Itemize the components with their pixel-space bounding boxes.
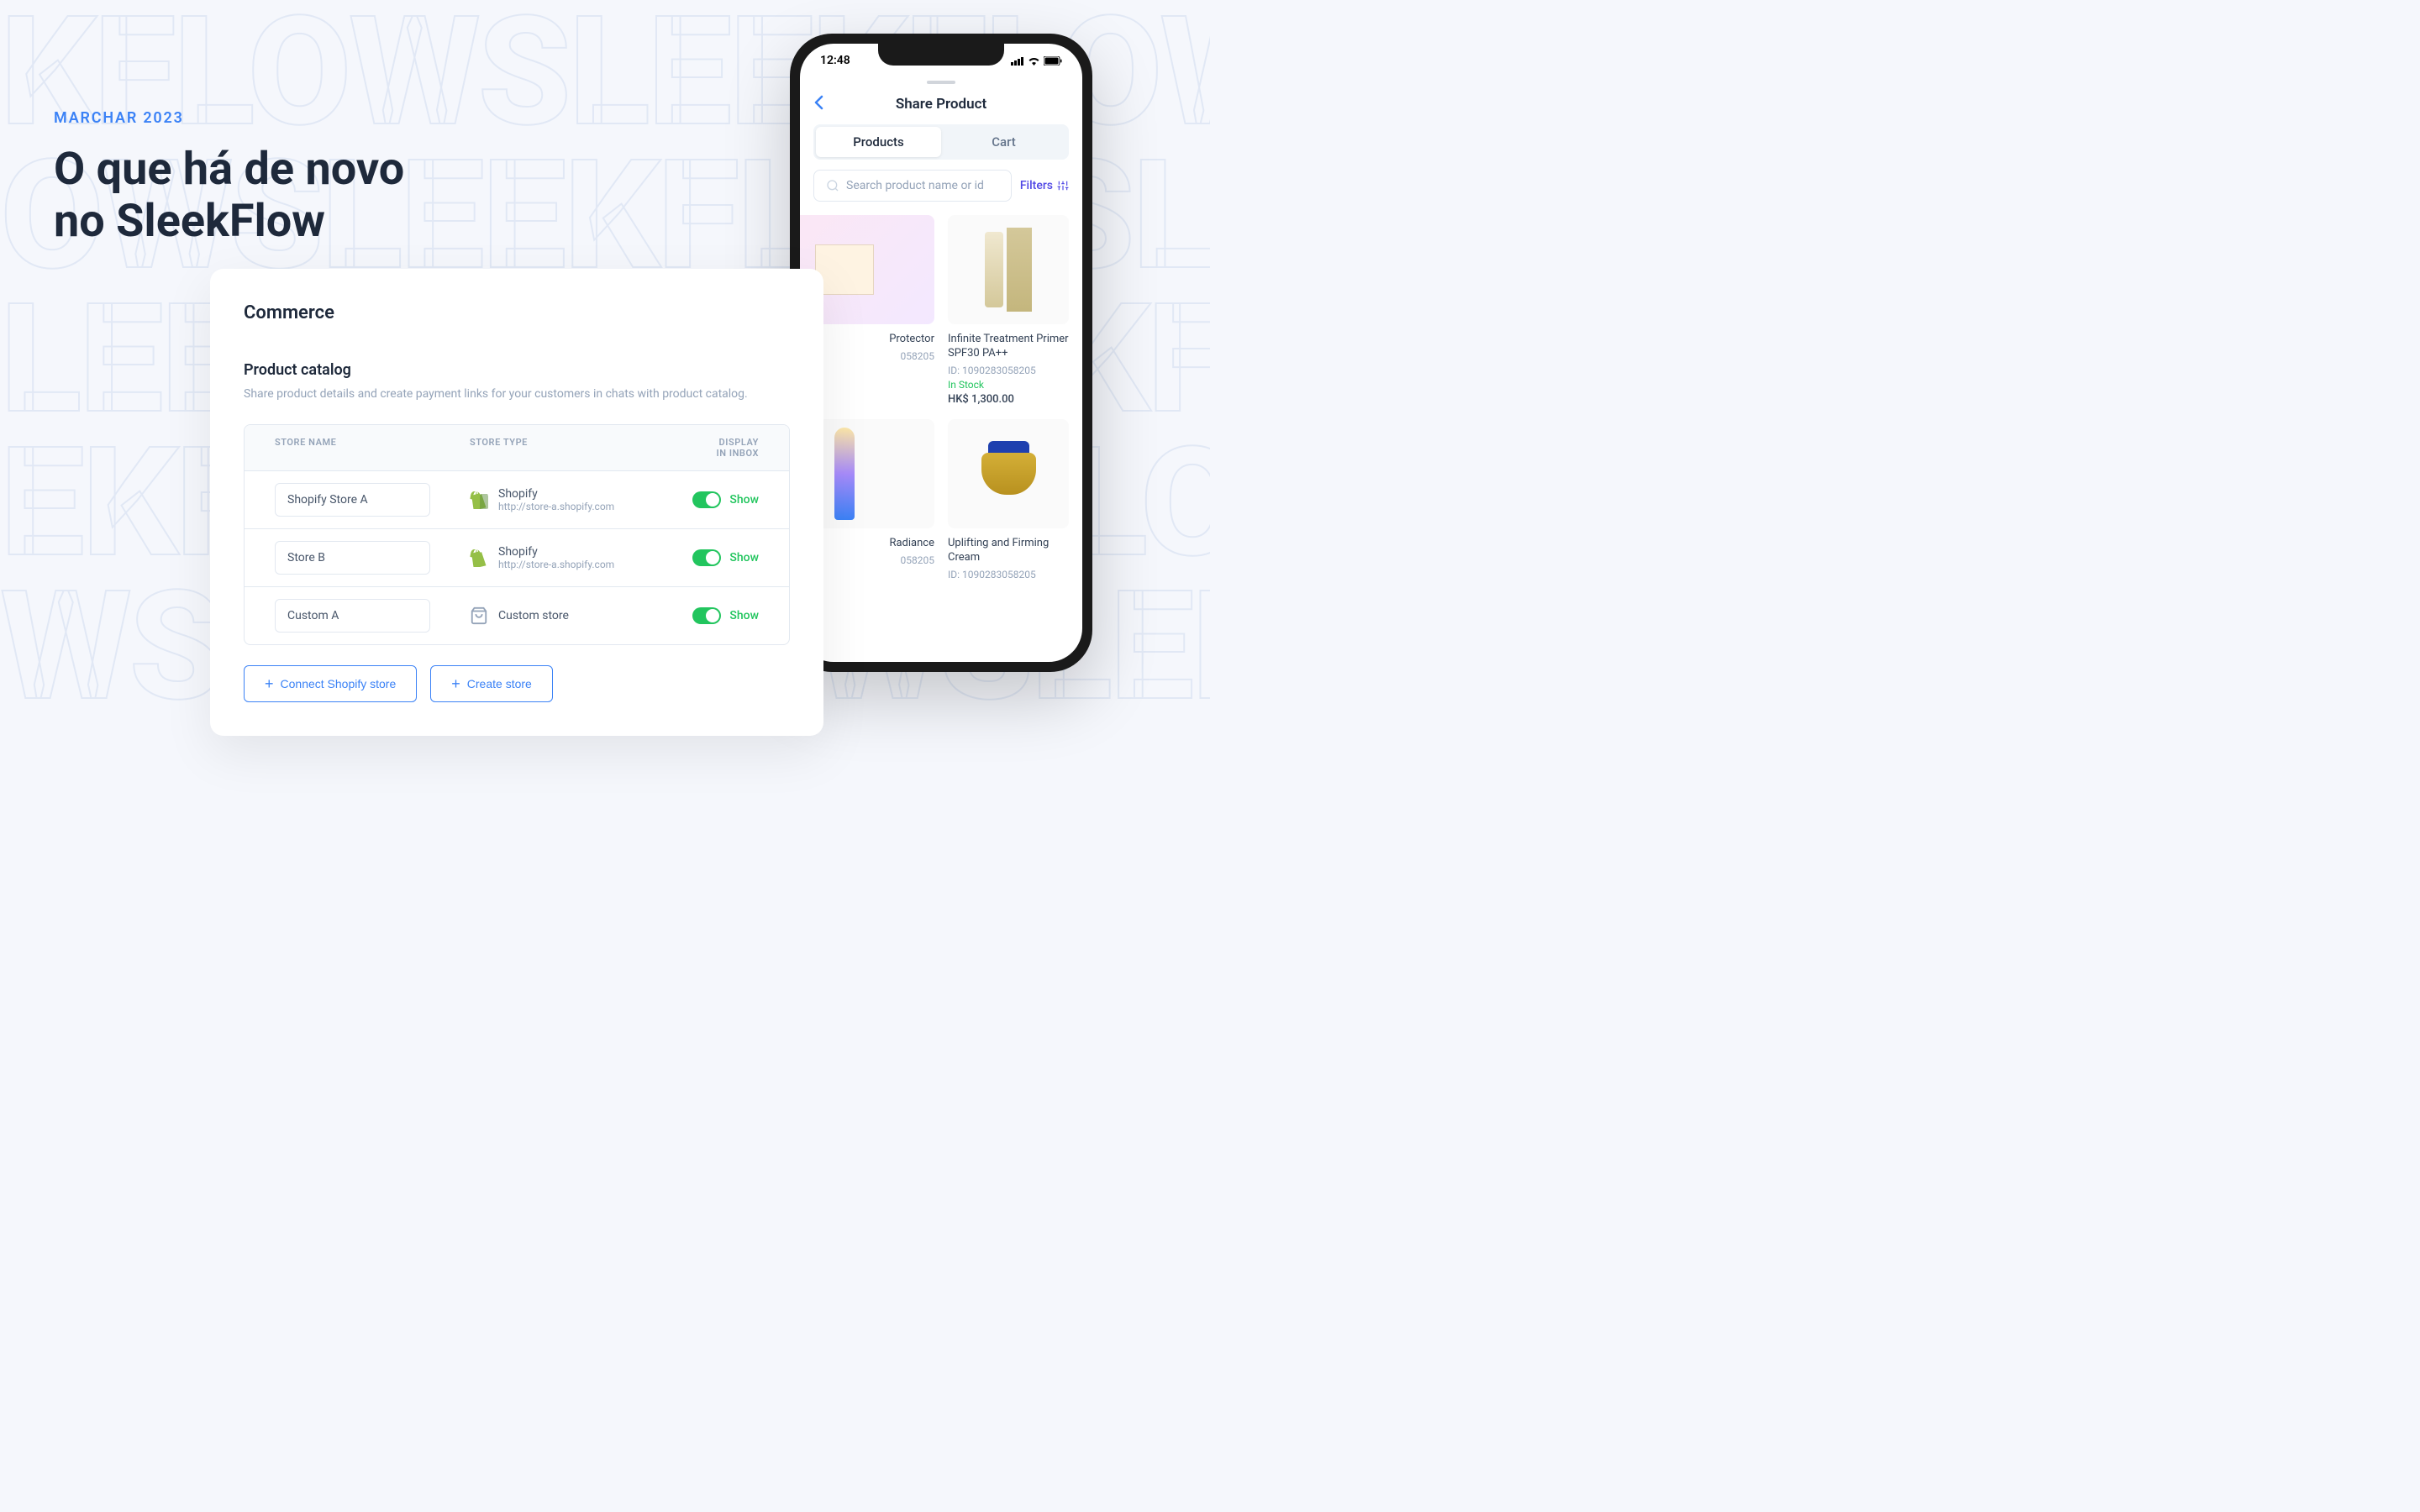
search-placeholder: Search product name or id xyxy=(846,179,984,192)
tab-products[interactable]: Products xyxy=(816,127,941,157)
store-type-url: http://store-a.shopify.com xyxy=(498,559,614,570)
product-image xyxy=(948,215,1069,324)
action-buttons: + Connect Shopify store + Create store xyxy=(244,665,790,702)
product-stock: In Stock xyxy=(948,379,1069,391)
bag-icon xyxy=(470,606,488,625)
product-id: ID: 1090283058205 xyxy=(948,569,1069,580)
plus-icon: + xyxy=(265,676,274,691)
product-card[interactable]: Uplifting and Firming Cream ID: 10902830… xyxy=(948,419,1069,583)
tab-bar: Products Cart xyxy=(813,124,1069,160)
search-input[interactable]: Search product name or id xyxy=(813,170,1012,202)
product-grid: Protector 058205 Infinite Treatment Prim… xyxy=(800,215,1082,583)
product-price: HK$ 1,300.00 xyxy=(948,393,1069,406)
store-type-name: Shopify xyxy=(498,545,614,559)
back-button[interactable] xyxy=(813,94,823,114)
table-row: Custom A Custom store Show xyxy=(245,586,789,644)
date-label: MARCHAR 2023 xyxy=(54,109,404,127)
phone-header: Share Product xyxy=(800,96,1082,124)
search-row: Search product name or id Filters xyxy=(813,170,1069,202)
commerce-panel: Commerce Product catalog Share product d… xyxy=(210,269,823,736)
show-label: Show xyxy=(729,609,759,622)
create-store-button[interactable]: + Create store xyxy=(430,665,553,702)
display-cell: Show xyxy=(692,549,759,566)
store-name-input[interactable]: Shopify Store A xyxy=(275,483,430,517)
table-row: Shopify Store A Shopify http://store-a.s… xyxy=(245,470,789,528)
tab-cart[interactable]: Cart xyxy=(941,127,1066,157)
display-toggle[interactable] xyxy=(692,491,721,508)
phone-notch xyxy=(878,44,1004,66)
panel-title: Commerce xyxy=(244,302,790,323)
col-store-type: STORE TYPE xyxy=(470,437,710,459)
shopify-icon xyxy=(470,491,488,509)
drag-handle[interactable] xyxy=(927,81,955,84)
product-name: Infinite Treatment Primer SPF30 PA++ xyxy=(948,333,1069,361)
store-type-cell: Shopify http://store-a.shopify.com xyxy=(470,545,614,570)
connect-shopify-button[interactable]: + Connect Shopify store xyxy=(244,665,417,702)
col-display: DISPLAY IN INBOX xyxy=(710,437,759,459)
phone-title: Share Product xyxy=(896,96,986,113)
catalog-table: STORE NAME STORE TYPE DISPLAY IN INBOX S… xyxy=(244,424,790,645)
page-title: O que há de novo no SleekFlow xyxy=(54,144,404,248)
status-time: 12:48 xyxy=(820,54,850,67)
store-type-cell: Custom store xyxy=(470,606,569,625)
show-label: Show xyxy=(729,493,759,507)
store-type-name: Shopify xyxy=(498,487,614,501)
wifi-icon xyxy=(1028,56,1040,66)
shopify-icon xyxy=(470,549,488,567)
phone-mockup: 12:48 Share Product Products Cart Searc xyxy=(790,34,1092,672)
store-type-name: Custom store xyxy=(498,609,569,622)
store-type-cell: Shopify http://store-a.shopify.com xyxy=(470,487,614,512)
table-row: Store B Shopify http://store-a.shopify.c… xyxy=(245,528,789,586)
product-card[interactable]: Infinite Treatment Primer SPF30 PA++ ID:… xyxy=(948,215,1069,406)
chevron-left-icon xyxy=(813,95,823,110)
display-cell: Show xyxy=(692,491,759,508)
battery-icon xyxy=(1044,56,1062,66)
table-header: STORE NAME STORE TYPE DISPLAY IN INBOX xyxy=(245,425,789,470)
product-id: ID: 1090283058205 xyxy=(948,365,1069,376)
display-cell: Show xyxy=(692,607,759,624)
display-toggle[interactable] xyxy=(692,607,721,624)
catalog-section-title: Product catalog xyxy=(244,361,790,379)
signal-icon xyxy=(1011,56,1024,66)
search-icon xyxy=(826,179,839,192)
phone-screen: 12:48 Share Product Products Cart Searc xyxy=(800,44,1082,662)
store-name-input[interactable]: Custom A xyxy=(275,599,430,633)
display-toggle[interactable] xyxy=(692,549,721,566)
filters-button[interactable]: Filters xyxy=(1020,179,1069,192)
store-type-url: http://store-a.shopify.com xyxy=(498,501,614,512)
catalog-section-desc: Share product details and create payment… xyxy=(244,387,790,401)
status-icons xyxy=(1011,56,1062,66)
show-label: Show xyxy=(729,551,759,564)
product-name: Uplifting and Firming Cream xyxy=(948,537,1069,565)
plus-icon: + xyxy=(451,676,460,691)
sliders-icon xyxy=(1057,180,1069,192)
col-store-name: STORE NAME xyxy=(275,437,470,459)
product-image xyxy=(948,419,1069,528)
store-name-input[interactable]: Store B xyxy=(275,541,430,575)
header-section: MARCHAR 2023 O que há de novo no SleekFl… xyxy=(54,109,404,248)
